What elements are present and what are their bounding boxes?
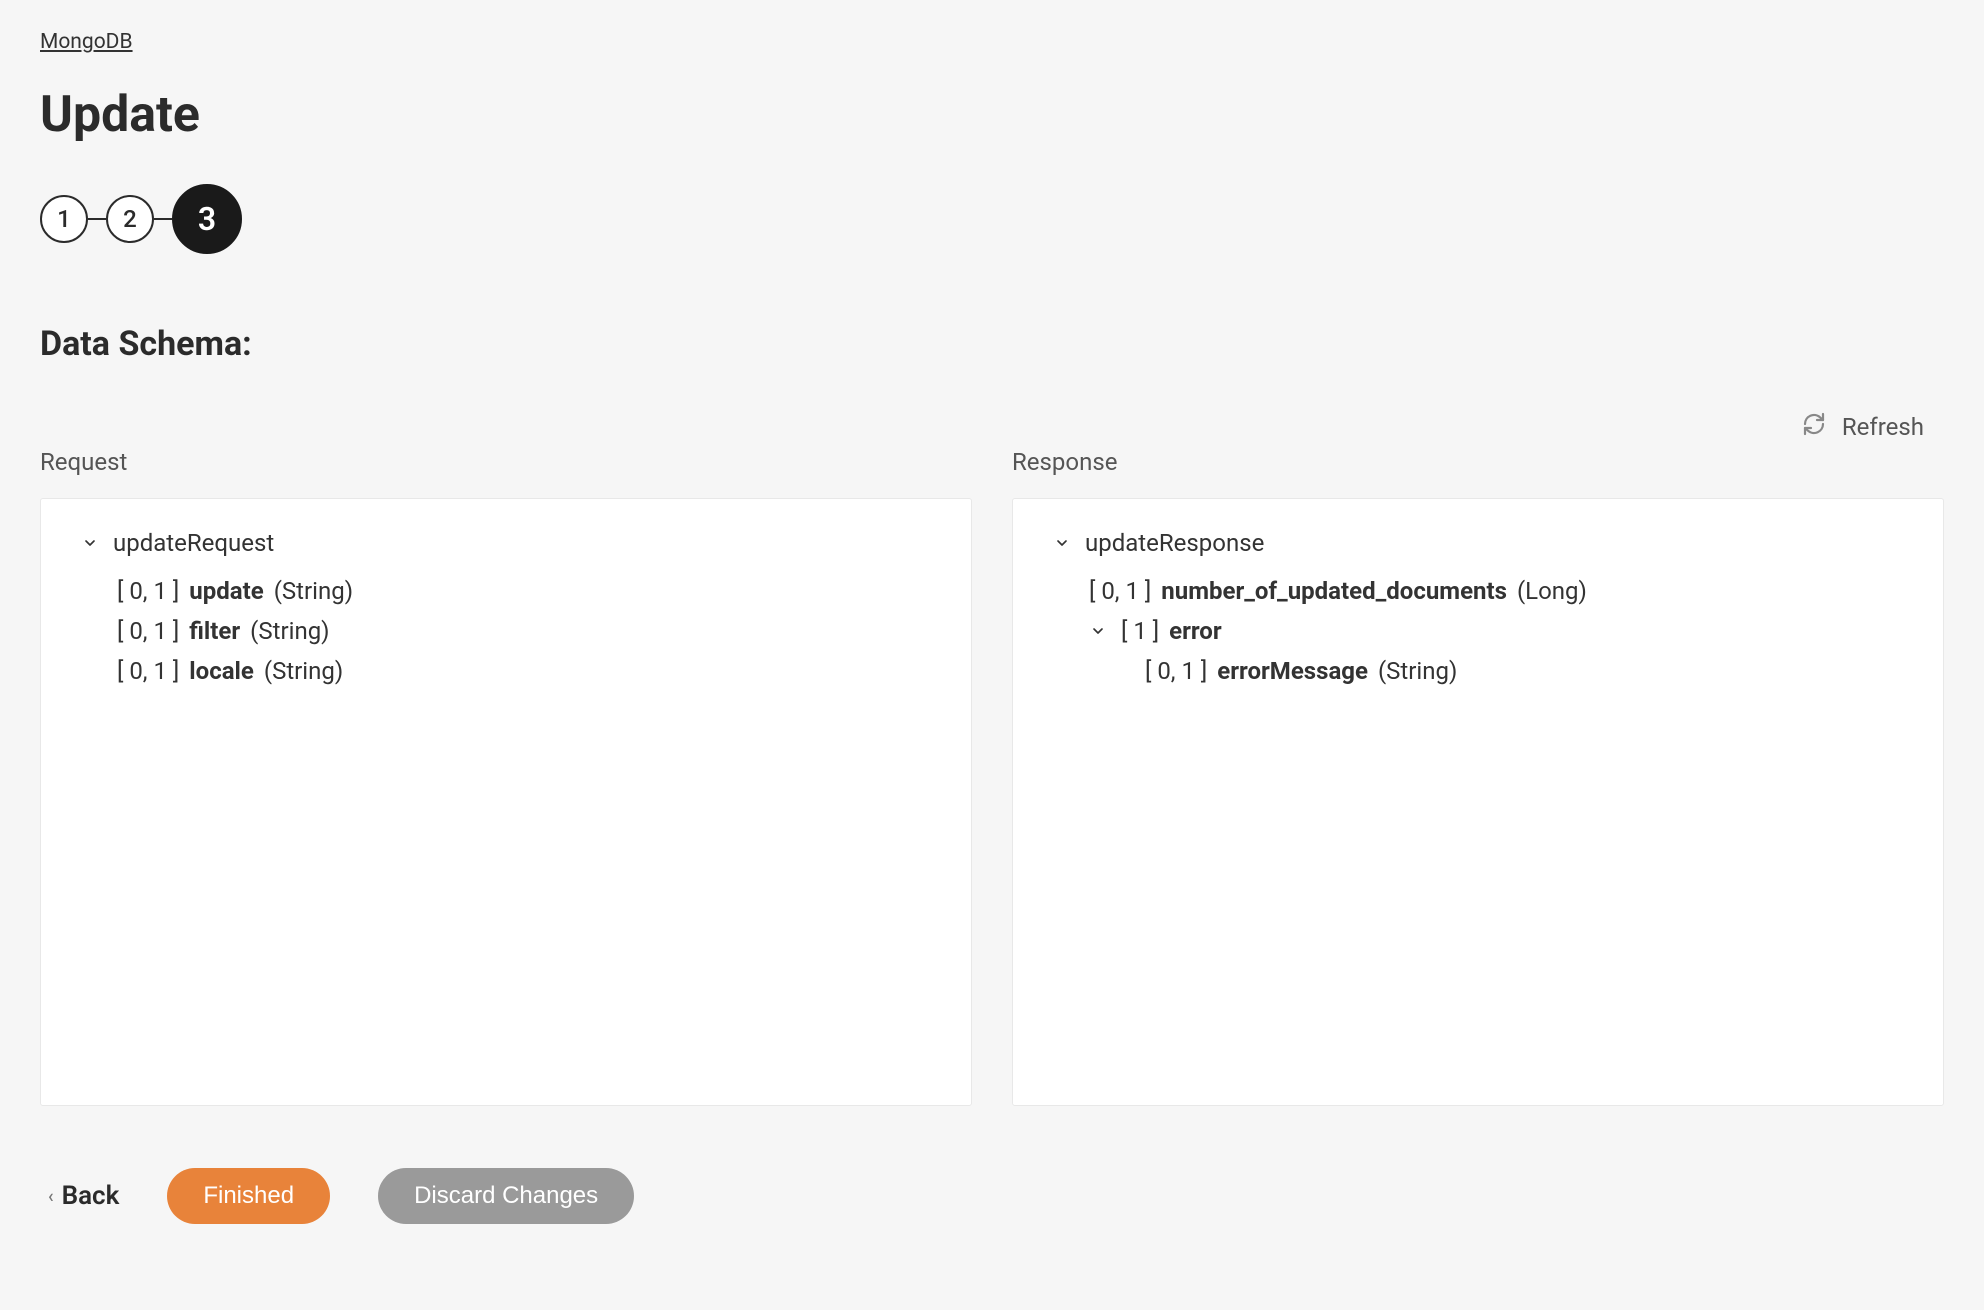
refresh-label: Refresh: [1842, 413, 1924, 441]
field-cardinality: [ 0, 1 ]: [117, 617, 179, 645]
field-name: filter: [189, 617, 240, 645]
stepper: 1 2 3: [40, 184, 1944, 254]
field-cardinality: [ 0, 1 ]: [117, 577, 179, 605]
field-type: (String): [1378, 657, 1457, 685]
schema-field: [ 0, 1 ] filter (String): [117, 611, 931, 651]
breadcrumb-link[interactable]: MongoDB: [40, 30, 133, 54]
schema-group-row[interactable]: [ 1 ] error: [1089, 611, 1903, 651]
step-3[interactable]: 3: [172, 184, 242, 254]
request-column: Request updateRequest [ 0, 1 ] update (S…: [40, 448, 972, 1106]
response-column: Response updateResponse [ 0, 1 ] number_…: [1012, 448, 1944, 1106]
field-cardinality: [ 0, 1 ]: [117, 657, 179, 685]
request-root-row[interactable]: updateRequest: [81, 529, 931, 557]
refresh-icon: [1802, 412, 1826, 442]
request-root-label: updateRequest: [113, 529, 274, 557]
step-2[interactable]: 2: [106, 195, 154, 243]
schema-field: [ 0, 1 ] update (String): [117, 571, 931, 611]
request-header: Request: [40, 448, 972, 476]
page-title: Update: [40, 86, 1944, 144]
section-title: Data Schema:: [40, 324, 1944, 364]
step-connector: [154, 218, 172, 220]
footer-actions: ‹ Back Finished Discard Changes: [40, 1168, 1944, 1224]
response-root-label: updateResponse: [1085, 529, 1264, 557]
back-label: Back: [62, 1181, 120, 1211]
finished-button[interactable]: Finished: [167, 1168, 330, 1224]
chevron-down-icon[interactable]: [1089, 622, 1107, 640]
schema-field: [ 0, 1 ] locale (String): [117, 651, 931, 691]
chevron-left-icon: ‹: [48, 1186, 54, 1207]
schema-field: [ 0, 1 ] number_of_updated_documents (Lo…: [1089, 571, 1903, 611]
chevron-down-icon[interactable]: [81, 534, 99, 552]
step-connector: [88, 218, 106, 220]
schema-field: [ 0, 1 ] errorMessage (String): [1145, 651, 1903, 691]
discard-changes-button[interactable]: Discard Changes: [378, 1168, 634, 1224]
field-cardinality: [ 0, 1 ]: [1145, 657, 1207, 685]
field-name: update: [189, 577, 263, 605]
request-panel: updateRequest [ 0, 1 ] update (String) […: [40, 498, 972, 1106]
response-header: Response: [1012, 448, 1944, 476]
response-panel: updateResponse [ 0, 1 ] number_of_update…: [1012, 498, 1944, 1106]
field-cardinality: [ 1 ]: [1121, 617, 1159, 645]
field-type: (String): [274, 577, 353, 605]
step-1[interactable]: 1: [40, 195, 88, 243]
field-type: (String): [250, 617, 329, 645]
field-name: locale: [189, 657, 254, 685]
field-type: (Long): [1517, 577, 1587, 605]
field-name: number_of_updated_documents: [1161, 577, 1507, 605]
field-type: (String): [264, 657, 343, 685]
back-button[interactable]: ‹ Back: [48, 1181, 119, 1211]
chevron-down-icon[interactable]: [1053, 534, 1071, 552]
response-root-row[interactable]: updateResponse: [1053, 529, 1903, 557]
field-name: error: [1169, 617, 1222, 645]
field-cardinality: [ 0, 1 ]: [1089, 577, 1151, 605]
field-name: errorMessage: [1217, 657, 1368, 685]
refresh-button[interactable]: Refresh: [1802, 412, 1924, 442]
